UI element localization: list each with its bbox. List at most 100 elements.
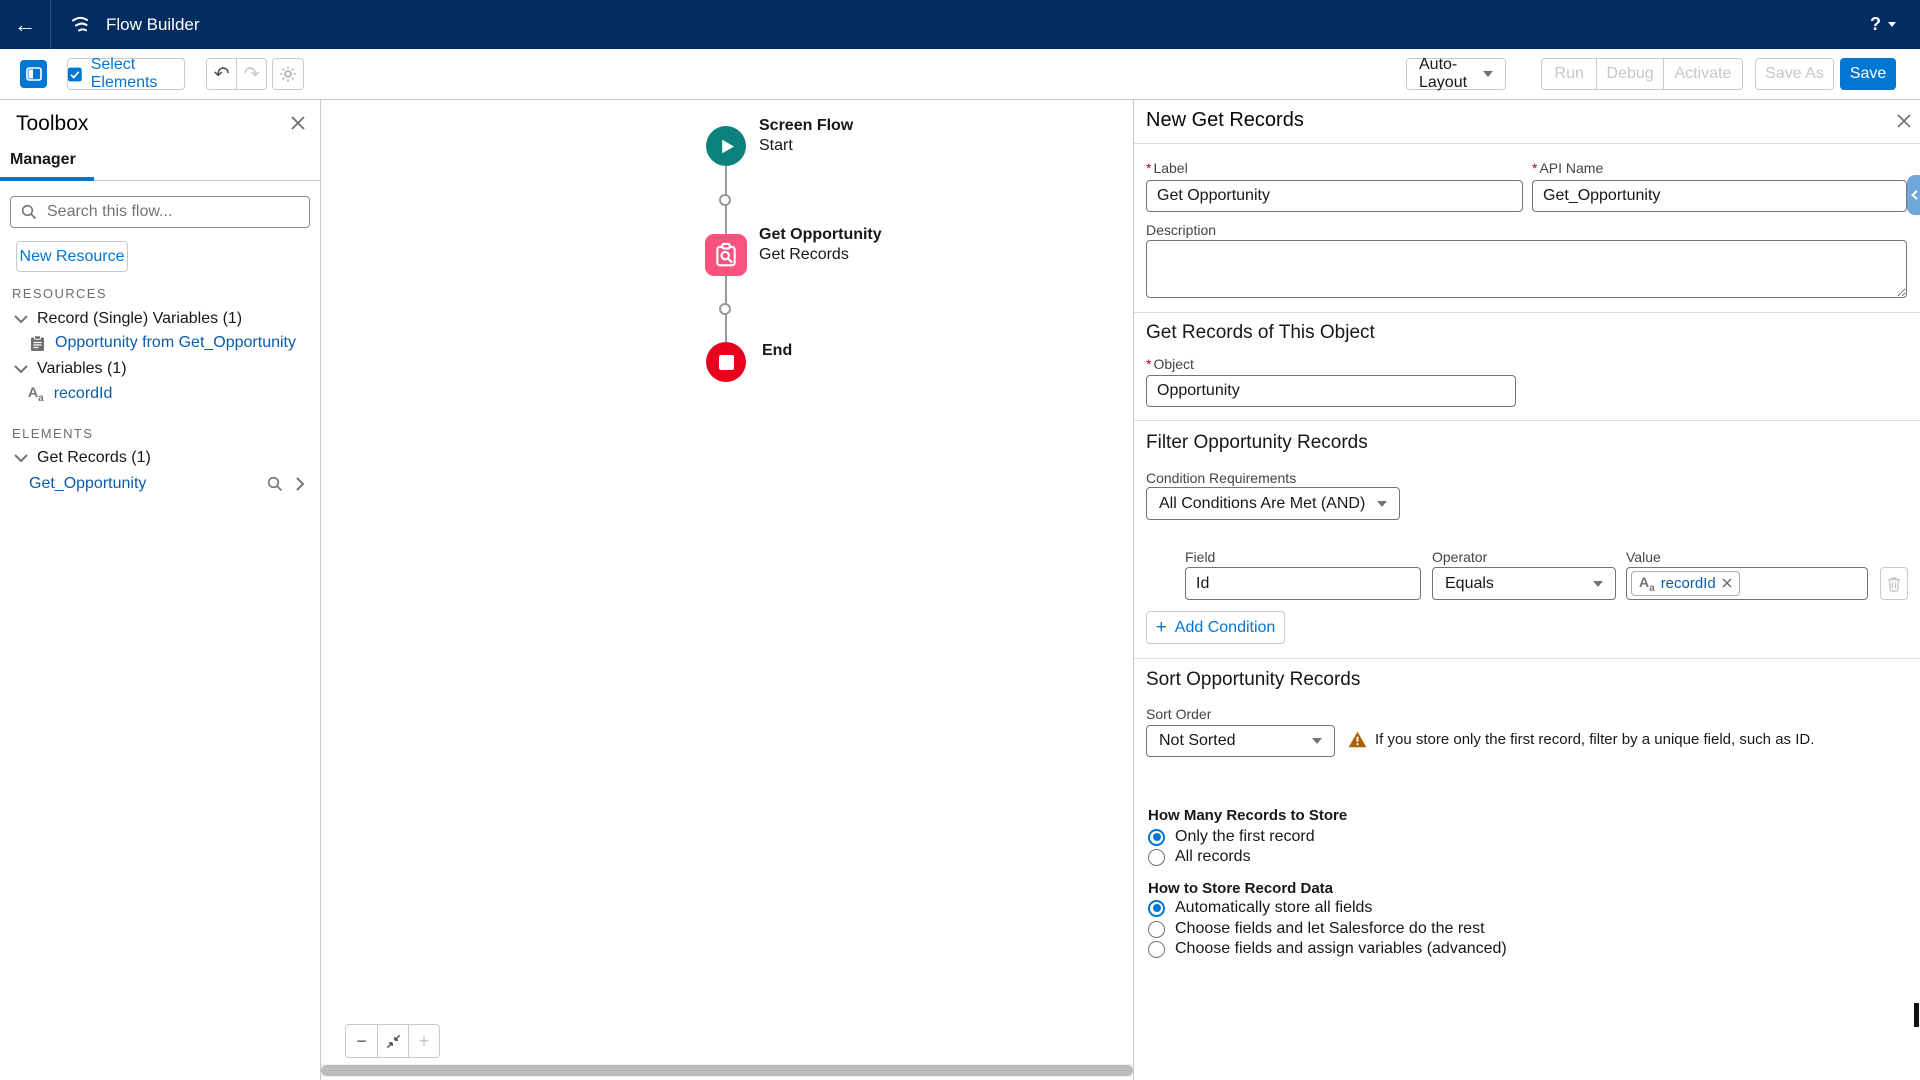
elements-header: ELEMENTS	[12, 426, 93, 441]
panel-close-button[interactable]	[1897, 114, 1911, 133]
checkbox-icon	[68, 66, 82, 83]
toggle-toolbox-button[interactable]	[20, 60, 47, 88]
radio-only-first-record[interactable]: Only the first record	[1148, 828, 1315, 846]
warning-icon	[1348, 731, 1367, 748]
get-records-node[interactable]	[705, 234, 747, 276]
get-records-properties-panel: New Get Records *Label *API Name Descrip…	[1133, 100, 1920, 1080]
toolbox-tabs: Manager	[0, 141, 320, 181]
api-name-field-label: *API Name	[1532, 160, 1603, 176]
radio-unselected-icon	[1148, 921, 1165, 938]
add-element-button[interactable]	[719, 194, 731, 206]
start-node[interactable]	[706, 126, 746, 166]
radio-auto-store-fields[interactable]: Automatically store all fields	[1148, 899, 1372, 917]
chevron-left-icon	[1911, 190, 1918, 200]
label-input[interactable]	[1146, 180, 1523, 212]
play-icon	[719, 138, 736, 155]
get-records-element-link[interactable]: Get_Opportunity	[29, 475, 146, 493]
end-node[interactable]	[706, 342, 746, 382]
add-condition-button[interactable]: + Add Condition	[1146, 611, 1285, 644]
sort-order-label: Sort Order	[1146, 706, 1211, 722]
sort-warning: If you store only the first record, filt…	[1348, 731, 1814, 748]
new-resource-button[interactable]: New Resource	[16, 241, 128, 272]
save-as-button[interactable]: Save As	[1755, 58, 1834, 90]
layout-mode-dropdown[interactable]: Auto-Layout	[1406, 58, 1506, 90]
delete-condition-button[interactable]	[1880, 567, 1908, 600]
divider	[1134, 312, 1920, 313]
resources-header: RESOURCES	[12, 286, 107, 301]
gear-icon	[279, 65, 297, 83]
toolbar: Select Elements ↶ ↷ Auto-Layout Run Debu…	[0, 49, 1920, 100]
chevron-down-icon	[1888, 22, 1896, 27]
radio-choose-fields-advanced[interactable]: Choose fields and assign variables (adva…	[1148, 940, 1507, 958]
scrollbar-thumb[interactable]	[321, 1065, 1133, 1076]
run-button[interactable]: Run	[1542, 59, 1596, 89]
condition-operator-dropdown[interactable]: Equals	[1432, 567, 1616, 600]
back-arrow-icon: ←	[14, 12, 36, 38]
flow-canvas[interactable]: Screen Flow Start Get Opportunity Get Re…	[321, 100, 1133, 1080]
condition-value-label: Value	[1626, 549, 1661, 565]
add-element-button[interactable]	[719, 303, 731, 315]
record-variable-link[interactable]: Opportunity from Get_Opportunity	[55, 334, 296, 352]
variables-group-row[interactable]: Variables (1)	[14, 360, 127, 378]
settings-button[interactable]	[272, 58, 304, 90]
start-node-label: Screen Flow Start	[759, 117, 853, 155]
panel-title: New Get Records	[1146, 109, 1304, 132]
activate-button[interactable]: Activate	[1663, 59, 1742, 89]
variable-link[interactable]: recordId	[54, 385, 113, 403]
fit-to-view-button[interactable]	[377, 1025, 408, 1057]
condition-value-input[interactable]: Aa recordId	[1626, 567, 1868, 600]
plus-icon: +	[1156, 618, 1167, 637]
record-variables-group-row[interactable]: Record (Single) Variables (1)	[14, 310, 242, 328]
description-textarea[interactable]	[1146, 240, 1907, 298]
end-node-label: End	[762, 342, 792, 360]
debug-button[interactable]: Debug	[1596, 59, 1662, 89]
run-debug-activate-group: Run Debug Activate	[1541, 58, 1743, 90]
record-variable-icon	[30, 335, 45, 352]
search-input[interactable]	[45, 202, 299, 222]
tab-manager[interactable]: Manager	[10, 151, 76, 169]
toolbox-close-button[interactable]	[291, 116, 305, 135]
zoom-out-button[interactable]: −	[346, 1025, 377, 1057]
chevron-down-icon	[14, 454, 28, 462]
chevron-down-icon	[14, 315, 28, 323]
redo-button[interactable]: ↷	[236, 59, 266, 89]
radio-unselected-icon	[1148, 941, 1165, 958]
close-icon	[1897, 114, 1911, 128]
radio-choose-fields-salesforce[interactable]: Choose fields and let Salesforce do the …	[1148, 920, 1485, 938]
sort-order-dropdown[interactable]: Not Sorted	[1146, 725, 1335, 757]
object-input[interactable]	[1146, 375, 1516, 407]
condition-requirements-dropdown[interactable]: All Conditions Are Met (AND)	[1146, 487, 1400, 520]
find-in-canvas-icon[interactable]	[267, 476, 283, 492]
get-records-node-label: Get Opportunity Get Records	[759, 226, 882, 264]
sort-section-heading: Sort Opportunity Records	[1146, 669, 1360, 691]
back-button[interactable]: ←	[0, 0, 50, 49]
description-label: Description	[1146, 222, 1216, 238]
undo-redo-group: ↶ ↷	[206, 58, 267, 90]
flow-icon	[69, 13, 93, 37]
toolbox-panel: Toolbox Manager New Resource RESOURCES R…	[0, 100, 321, 1080]
how-many-records-label: How Many Records to Store	[1148, 807, 1347, 824]
chevron-down-icon	[1593, 581, 1603, 587]
condition-operator-label: Operator	[1432, 549, 1487, 565]
select-elements-button[interactable]: Select Elements	[67, 58, 185, 90]
api-name-input[interactable]	[1532, 180, 1907, 212]
radio-all-records[interactable]: All records	[1148, 848, 1251, 866]
zoom-in-button[interactable]: +	[408, 1025, 439, 1057]
zoom-controls: − +	[345, 1024, 440, 1058]
get-records-group-row[interactable]: Get Records (1)	[14, 449, 151, 467]
filter-section-heading: Filter Opportunity Records	[1146, 432, 1368, 454]
flow-search-box	[10, 196, 310, 228]
resource-pill-label: recordId	[1661, 575, 1716, 592]
help-menu-button[interactable]: ?	[1870, 0, 1896, 49]
undo-button[interactable]: ↶	[207, 59, 236, 89]
search-icon	[21, 204, 37, 220]
text-type-icon: Aa	[1639, 574, 1655, 594]
remove-pill-icon[interactable]	[1722, 578, 1732, 588]
panel-expand-toggle[interactable]	[1907, 175, 1920, 215]
required-asterisk: *	[1146, 356, 1151, 372]
save-button[interactable]: Save	[1840, 58, 1896, 90]
chevron-right-icon[interactable]	[296, 477, 304, 491]
condition-field-label: Field	[1185, 549, 1215, 565]
text-cursor-artifact	[1914, 1003, 1919, 1027]
condition-field-input[interactable]	[1185, 567, 1421, 600]
